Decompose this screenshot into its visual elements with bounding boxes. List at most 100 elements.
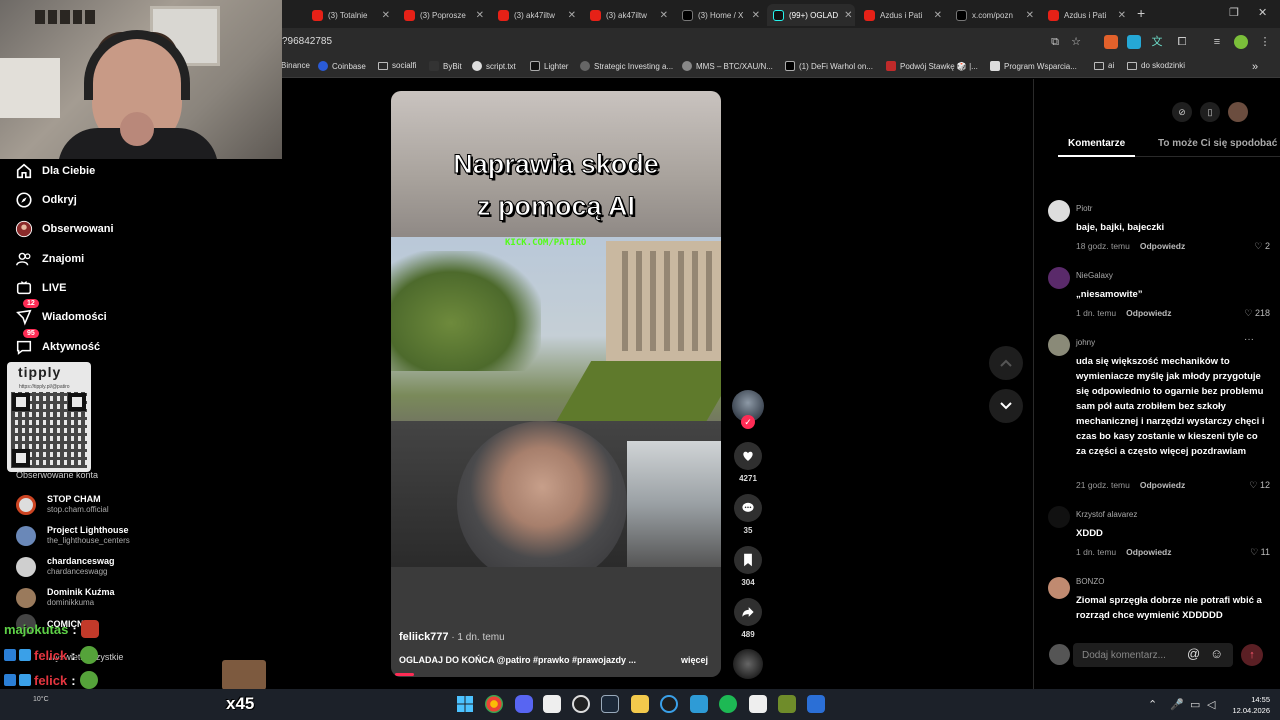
tab-recommended[interactable]: To może Ci się spodobać: [1158, 138, 1280, 149]
comment-like-button[interactable]: ♡ 2: [1236, 241, 1270, 252]
nav-following[interactable]: Obserwowani: [15, 217, 114, 241]
emoji-icon[interactable]: ☺: [1210, 646, 1223, 661]
avatar[interactable]: [1048, 577, 1070, 599]
followed-account[interactable]: chardanceswag chardanceswagg: [16, 556, 115, 577]
browser-tab[interactable]: (3) ak47iltw ✕: [492, 4, 582, 26]
clock[interactable]: 14:55 12.04.2026: [1228, 694, 1270, 716]
chrome-icon[interactable]: [485, 695, 503, 713]
file-explorer-icon[interactable]: [631, 695, 649, 713]
volume-icon[interactable]: ◁: [1207, 698, 1215, 711]
reply-link[interactable]: Odpowiedz: [1140, 241, 1185, 251]
spotify-icon[interactable]: [719, 695, 737, 713]
nav-explore[interactable]: Odkryj: [15, 188, 77, 212]
send-arrow-icon[interactable]: ↑: [1241, 644, 1263, 666]
windows-start-icon[interactable]: [456, 695, 474, 713]
app-icon[interactable]: [807, 695, 825, 713]
music-disc-icon[interactable]: [733, 649, 763, 679]
bookmark[interactable]: Program Wsparcia...: [990, 61, 1077, 71]
network-icon[interactable]: ▭: [1190, 698, 1200, 711]
previous-video-button[interactable]: [989, 346, 1023, 380]
reply-link[interactable]: Odpowiedz: [1140, 480, 1185, 490]
comment-button[interactable]: 35: [734, 494, 762, 535]
browser-tab[interactable]: (3) Totalnie ✕: [306, 4, 396, 26]
more-options-icon[interactable]: ···: [1244, 334, 1254, 345]
browser-tab[interactable]: (3) Home / X ✕: [676, 4, 766, 26]
close-icon[interactable]: ✕: [562, 10, 576, 21]
bookmark-folder[interactable]: do skodzinki: [1127, 61, 1185, 70]
mobile-icon[interactable]: ▯: [1200, 102, 1220, 122]
bookmark[interactable]: (1) DeFi Warhol on...: [785, 61, 873, 71]
url-field[interactable]: ?96842785: [282, 36, 332, 47]
close-icon[interactable]: ✕: [928, 10, 942, 21]
avatar[interactable]: [1048, 200, 1070, 222]
save-button[interactable]: 304: [734, 546, 762, 587]
extensions-puzzle-icon[interactable]: ⧠: [1175, 35, 1189, 49]
app-icon[interactable]: [543, 695, 561, 713]
weather-widget[interactable]: 10°C: [33, 695, 49, 704]
tray-overflow-icon[interactable]: ⌃: [1148, 698, 1157, 711]
video-more-link[interactable]: więcej: [681, 655, 708, 665]
comment-input[interactable]: [1073, 643, 1233, 667]
steam-icon[interactable]: [601, 695, 619, 713]
avatar[interactable]: [1048, 506, 1070, 528]
comment-like-button[interactable]: ♡ 12: [1236, 480, 1270, 491]
browser-tab[interactable]: x.com/pozn ✕: [950, 4, 1040, 26]
followed-account[interactable]: Dominik Kuźma dominikkuma: [16, 587, 115, 608]
video-player[interactable]: Naprawia skode z pomocą AI KICK.COM/PATI…: [391, 91, 721, 677]
comment-like-button[interactable]: ♡ 11: [1236, 547, 1270, 558]
share-button[interactable]: 489: [734, 598, 762, 639]
discord-icon[interactable]: [515, 695, 533, 713]
close-icon[interactable]: ✕: [376, 10, 390, 21]
microphone-icon[interactable]: 🎤: [1170, 698, 1184, 711]
reply-link[interactable]: Odpowiedz: [1126, 547, 1171, 557]
bookmarks-overflow-icon[interactable]: »: [1252, 61, 1258, 73]
reply-link[interactable]: Odpowiedz: [1126, 308, 1171, 318]
mention-icon[interactable]: @: [1187, 646, 1200, 661]
close-icon[interactable]: ✕: [746, 10, 760, 21]
nav-messages[interactable]: 12 Wiadomości: [15, 299, 107, 329]
video-author[interactable]: feliick777 · 1 dn. temu: [399, 631, 505, 643]
new-tab-icon[interactable]: +: [1137, 5, 1145, 21]
menu-kebab-icon[interactable]: ⋮: [1258, 35, 1272, 49]
extension-icon[interactable]: [1127, 35, 1141, 49]
browser-tab[interactable]: Azdus i Pati ✕: [858, 4, 948, 26]
close-icon[interactable]: ✕: [838, 10, 852, 21]
like-button[interactable]: 4271: [734, 442, 762, 483]
close-icon[interactable]: ✕: [1112, 10, 1126, 21]
nav-live[interactable]: LIVE: [15, 276, 66, 300]
follow-plus-icon[interactable]: ✓: [741, 415, 755, 429]
close-icon[interactable]: ✕: [654, 10, 668, 21]
avatar[interactable]: [1048, 334, 1070, 356]
browser-tab[interactable]: (3) ak47iltw ✕: [584, 4, 674, 26]
browser-tab[interactable]: Azdus i Pati ✕: [1042, 4, 1132, 26]
avatar[interactable]: [1048, 267, 1070, 289]
tab-comments[interactable]: Komentarze: [1068, 138, 1125, 149]
nav-for-you[interactable]: Dla Ciebie: [15, 159, 95, 183]
browser-tab[interactable]: (3) Poprosze ✕: [398, 4, 490, 26]
close-window-icon[interactable]: ✕: [1258, 6, 1267, 19]
bookmark-folder[interactable]: socialfi: [378, 61, 416, 70]
extension-icon[interactable]: [1104, 35, 1118, 49]
profile-avatar-icon[interactable]: [1234, 35, 1248, 49]
app-icon[interactable]: [749, 695, 767, 713]
next-video-button[interactable]: [989, 389, 1023, 423]
app-icon[interactable]: [660, 695, 678, 713]
restore-icon[interactable]: ❐: [1229, 6, 1239, 19]
obs-icon[interactable]: [572, 695, 590, 713]
reading-list-icon[interactable]: ≡: [1210, 35, 1224, 49]
close-icon[interactable]: ✕: [470, 10, 484, 21]
bookmark[interactable]: MMS – BTC/XAU/N...: [682, 61, 773, 71]
install-app-icon[interactable]: ⧉: [1048, 35, 1062, 49]
bookmark-star-icon[interactable]: ☆: [1069, 35, 1083, 49]
comment-like-button[interactable]: ♡ 218: [1236, 308, 1270, 319]
bookmark[interactable]: script.txt: [472, 61, 516, 71]
close-icon[interactable]: ✕: [1020, 10, 1034, 21]
profile-avatar[interactable]: [1228, 102, 1248, 122]
browser-tab-active[interactable]: (99+) OGLAD ✕: [767, 4, 855, 26]
followed-account[interactable]: STOP CHAM stop.cham.official: [16, 494, 109, 515]
bookmark[interactable]: Lighter: [530, 61, 568, 71]
video-progress-bar[interactable]: [395, 673, 414, 676]
app-icon[interactable]: [690, 695, 708, 713]
bookmark-folder[interactable]: ai: [1094, 61, 1114, 70]
translate-icon[interactable]: 文: [1150, 35, 1164, 49]
